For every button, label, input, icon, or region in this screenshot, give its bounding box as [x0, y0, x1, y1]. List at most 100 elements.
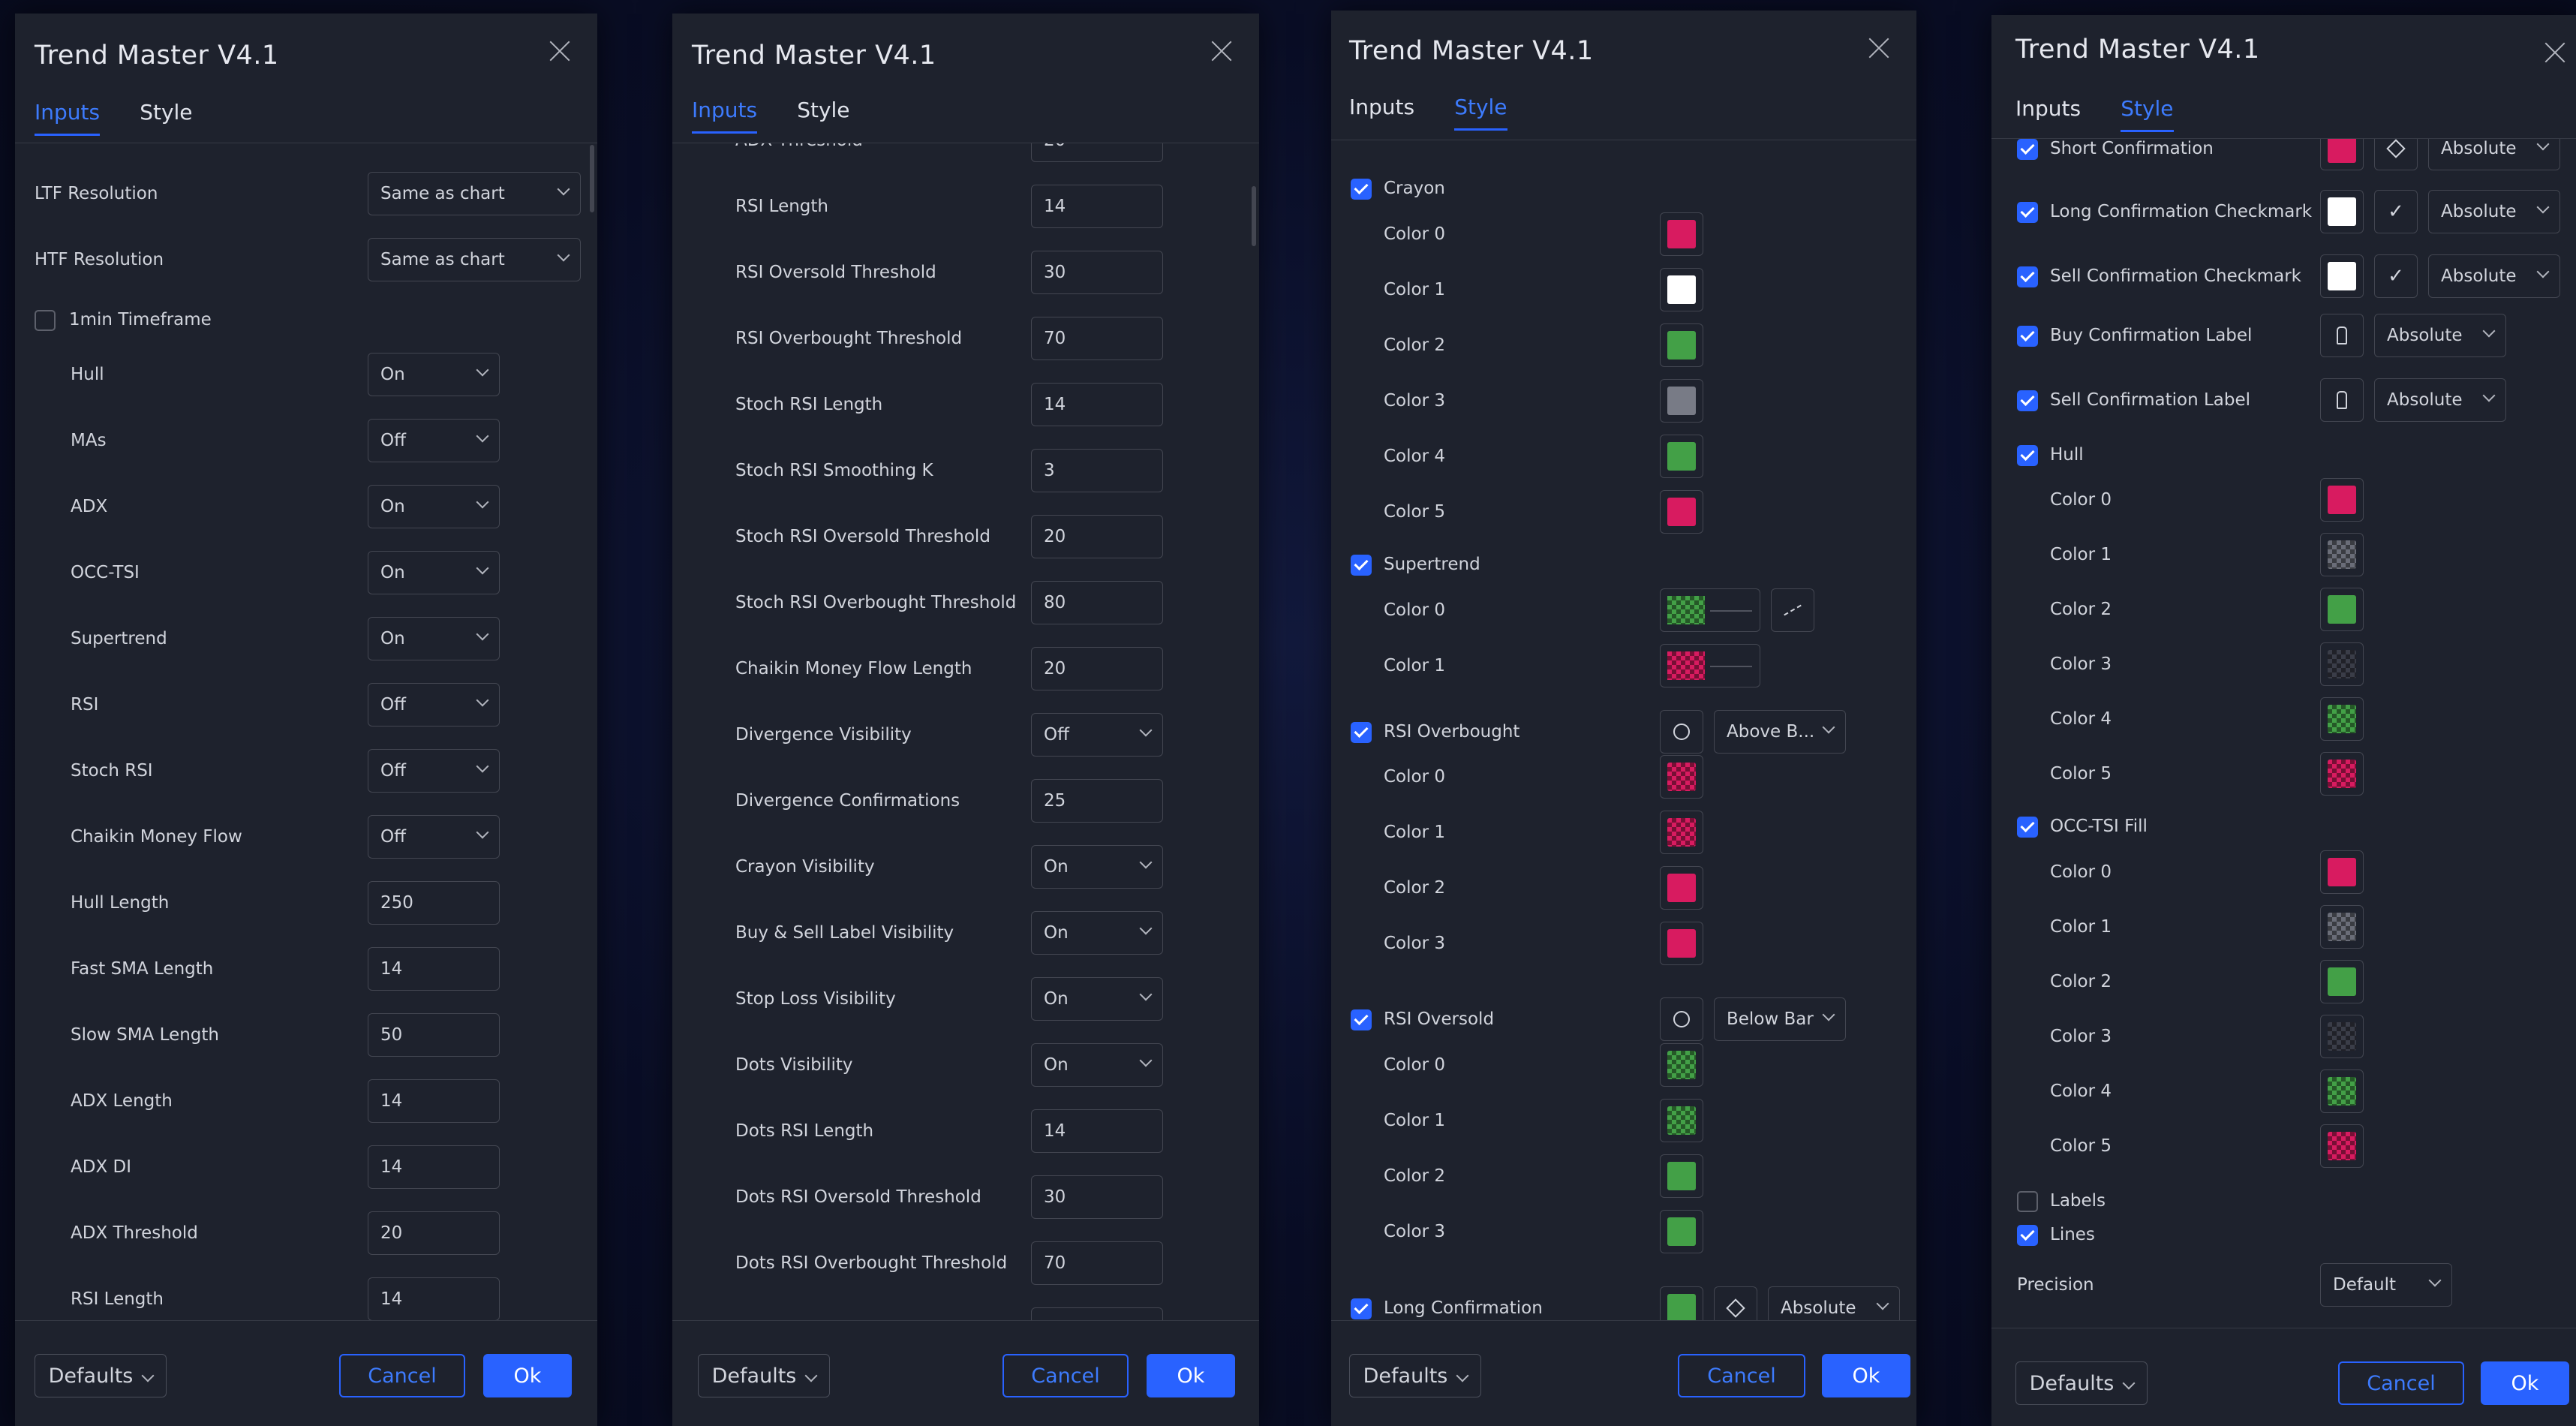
color-swatch[interactable] — [2320, 850, 2364, 894]
number-input[interactable]: 20 — [1031, 647, 1163, 690]
cancel-button[interactable]: Cancel — [1678, 1354, 1805, 1397]
diamond-icon[interactable] — [2374, 139, 2418, 170]
group-checkbox[interactable] — [2017, 202, 2038, 223]
color-swatch[interactable] — [2320, 1015, 2364, 1058]
location-select[interactable]: Above B... — [1714, 710, 1846, 754]
location-select[interactable]: Absolute — [2374, 378, 2506, 422]
line-color-picker[interactable] — [1660, 588, 1760, 632]
defaults-button[interactable]: Defaults — [35, 1354, 167, 1397]
toggle-select[interactable]: On — [368, 485, 500, 528]
location-select[interactable]: Absolute — [2428, 139, 2560, 170]
number-input[interactable]: 14 — [368, 1277, 500, 1321]
close-icon[interactable] — [2540, 38, 2570, 68]
number-input[interactable]: 20 — [1031, 143, 1163, 162]
checkmark-icon[interactable]: ✓ — [2374, 254, 2418, 298]
circle-icon[interactable] — [1660, 710, 1703, 754]
group-checkbox[interactable] — [2017, 326, 2038, 347]
color-swatch[interactable] — [2320, 254, 2364, 298]
tab-style[interactable]: Style — [1454, 95, 1507, 131]
number-input[interactable]: 30 — [1031, 251, 1163, 294]
color-swatch[interactable] — [2320, 642, 2364, 686]
tag-icon[interactable] — [2320, 314, 2364, 357]
group-checkbox[interactable] — [1351, 179, 1372, 200]
location-select[interactable]: Absolute — [2374, 314, 2506, 357]
toggle-select[interactable]: On — [368, 551, 500, 594]
defaults-button[interactable]: Defaults — [1349, 1354, 1481, 1397]
color-swatch[interactable] — [1660, 435, 1703, 478]
group-checkbox[interactable] — [1351, 1298, 1372, 1319]
location-select[interactable]: Absolute — [1768, 1286, 1900, 1321]
ok-button[interactable]: Ok — [1822, 1354, 1910, 1397]
group-checkbox[interactable] — [1351, 555, 1372, 576]
color-swatch[interactable] — [1660, 268, 1703, 311]
line-color-picker[interactable] — [1660, 644, 1760, 687]
tab-inputs[interactable]: Inputs — [35, 100, 101, 136]
toggle-select[interactable]: On — [1031, 911, 1163, 955]
close-icon[interactable] — [1864, 33, 1894, 63]
htf-select[interactable]: Same as chart — [368, 238, 581, 281]
number-input[interactable]: 3 — [1031, 449, 1163, 492]
location-select[interactable]: Below Bar — [1714, 997, 1846, 1041]
color-swatch[interactable] — [1660, 212, 1703, 256]
cancel-button[interactable]: Cancel — [339, 1354, 465, 1397]
close-icon[interactable] — [545, 36, 575, 66]
color-swatch[interactable] — [2320, 190, 2364, 233]
number-input[interactable]: 14 — [368, 1145, 500, 1189]
group-checkbox[interactable] — [2017, 266, 2038, 287]
location-select[interactable]: Absolute — [2428, 190, 2560, 233]
close-icon[interactable] — [1207, 36, 1237, 66]
toggle-select[interactable]: On — [1031, 1043, 1163, 1087]
precision-select[interactable]: Default — [2320, 1263, 2452, 1307]
ok-button[interactable]: Ok — [1147, 1354, 1235, 1397]
group-checkbox[interactable] — [2017, 1225, 2038, 1246]
ok-button[interactable]: Ok — [2481, 1361, 2569, 1405]
number-input[interactable]: 30 — [1031, 1175, 1163, 1219]
color-swatch[interactable] — [1660, 866, 1703, 910]
tf1-checkbox[interactable] — [35, 310, 56, 331]
number-input[interactable]: 14 — [368, 947, 500, 991]
number-input[interactable]: 70 — [1031, 317, 1163, 360]
number-input[interactable]: 50 — [368, 1013, 500, 1057]
number-input[interactable]: 250 — [368, 881, 500, 925]
toggle-select[interactable]: Off — [368, 419, 500, 462]
toggle-select[interactable]: Off — [1031, 713, 1163, 757]
color-swatch[interactable] — [2320, 533, 2364, 576]
color-swatch[interactable] — [1660, 1154, 1703, 1198]
number-input[interactable]: 14 — [1031, 185, 1163, 228]
group-checkbox[interactable] — [1351, 722, 1372, 743]
group-checkbox[interactable] — [2017, 445, 2038, 466]
color-swatch[interactable] — [2320, 697, 2364, 741]
number-input[interactable]: 20 — [368, 1211, 500, 1255]
defaults-button[interactable]: Defaults — [698, 1354, 830, 1397]
color-swatch[interactable] — [1660, 490, 1703, 534]
toggle-select[interactable]: Off — [368, 815, 500, 859]
ok-button[interactable]: Ok — [483, 1354, 572, 1397]
tab-inputs[interactable]: Inputs — [692, 98, 758, 134]
color-swatch[interactable] — [1660, 1043, 1703, 1087]
group-checkbox[interactable] — [2017, 817, 2038, 838]
color-swatch[interactable] — [2320, 1070, 2364, 1113]
toggle-select[interactable]: Off — [1031, 1307, 1163, 1321]
number-input[interactable]: 70 — [1031, 1241, 1163, 1285]
toggle-select[interactable]: On — [1031, 845, 1163, 889]
location-select[interactable]: Absolute — [2428, 254, 2560, 298]
group-checkbox[interactable] — [1351, 1009, 1372, 1030]
color-swatch[interactable] — [2320, 960, 2364, 1003]
tab-inputs[interactable]: Inputs — [2015, 96, 2081, 130]
ltf-select[interactable]: Same as chart — [368, 172, 581, 215]
color-swatch[interactable] — [1660, 1099, 1703, 1142]
circle-icon[interactable] — [1660, 997, 1703, 1041]
toggle-select[interactable]: On — [1031, 977, 1163, 1021]
tab-style[interactable]: Style — [2121, 96, 2174, 132]
cancel-button[interactable]: Cancel — [1002, 1354, 1129, 1397]
number-input[interactable]: 80 — [1031, 581, 1163, 624]
color-swatch[interactable] — [2320, 139, 2364, 170]
color-swatch[interactable] — [2320, 588, 2364, 631]
number-input[interactable]: 20 — [1031, 515, 1163, 558]
toggle-select[interactable]: Off — [368, 683, 500, 727]
toggle-select[interactable]: On — [368, 617, 500, 660]
color-swatch[interactable] — [1660, 1286, 1703, 1321]
color-swatch[interactable] — [1660, 379, 1703, 423]
number-input[interactable]: 14 — [1031, 383, 1163, 426]
color-swatch[interactable] — [1660, 922, 1703, 965]
